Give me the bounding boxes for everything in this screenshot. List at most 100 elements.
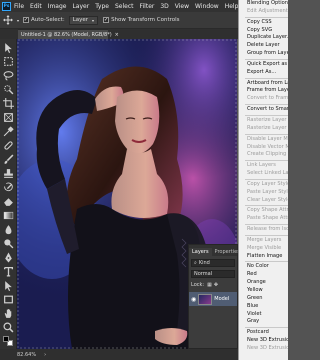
menu-item-convert-to-smart-object[interactable]: Convert to Smart Object [239, 106, 288, 114]
menu-window[interactable]: Window [195, 3, 219, 10]
menu-item-disable-vector-mask: Disable Vector Mask [247, 143, 288, 150]
search-icon: ⌕ [194, 259, 197, 266]
layer-name: Model [214, 296, 230, 302]
eyedropper-tool-icon[interactable] [3, 126, 14, 137]
menu-item-postcard[interactable]: Postcard [239, 329, 288, 337]
type-tool-icon[interactable] [3, 266, 14, 277]
tab-layers[interactable]: Layers [189, 248, 212, 256]
move-tool-icon[interactable] [3, 15, 13, 25]
menu-layer[interactable]: Layer [72, 3, 89, 10]
color-swatches[interactable] [3, 336, 14, 347]
dodge-tool-icon[interactable] [3, 238, 14, 249]
auto-select-checkbox[interactable]: ✓ [23, 17, 30, 23]
crop-tool-icon[interactable] [3, 98, 14, 109]
frame-tool-icon[interactable] [3, 112, 14, 123]
zoom-level[interactable]: 82.64% [17, 352, 36, 358]
healing-brush-tool-icon[interactable] [3, 140, 14, 151]
menu-item-edit-adjustment: Edit Adjustment... [247, 7, 288, 14]
lock-pixels-icon[interactable]: ▦ [207, 282, 212, 288]
rectangle-tool-icon[interactable] [3, 294, 14, 305]
foreground-color-swatch[interactable] [3, 336, 9, 342]
menu-item-link-layers: Link Layers [247, 162, 276, 169]
menu-type[interactable]: Type [95, 3, 109, 10]
zoom-tool-icon[interactable] [3, 322, 14, 333]
tools-panel [0, 39, 17, 349]
menu-item-create-clipping-mask: Create Clipping Mask [247, 151, 288, 158]
menu-item-copy-css[interactable]: Copy CSS [239, 19, 288, 27]
chevron-right-icon[interactable]: › [44, 352, 46, 358]
menu-view[interactable]: View [175, 3, 189, 10]
menu-item-new-3d-extrusion-from-selected-layer[interactable]: New 3D Extrusion from Selected Layer [239, 337, 288, 345]
blend-mode-row: Normal [191, 269, 235, 278]
clone-stamp-tool-icon[interactable] [3, 168, 14, 179]
menu-item-red[interactable]: Red [239, 271, 288, 279]
layers-panel: Layers Properties ⌕ Kind Normal Lock: ▦ … [188, 244, 240, 349]
layer-context-menu: Blending Options...Edit Adjustment... Cop… [238, 0, 288, 360]
eye-visibility-icon[interactable]: ◉ [191, 296, 196, 303]
layer-row-model[interactable]: ◉ Model [189, 292, 237, 306]
menu-file[interactable]: File [14, 3, 24, 10]
marquee-tool-icon[interactable] [3, 56, 14, 67]
menu-item-violet[interactable]: Violet [239, 311, 288, 319]
menu-item-artboard-from-layers[interactable]: Artboard from Layers... [239, 80, 288, 88]
menu-item-copy-svg[interactable]: Copy SVG [239, 27, 288, 35]
menu-3d[interactable]: 3D [160, 3, 168, 10]
menu-item-no-color[interactable]: No Color [239, 263, 288, 271]
lock-position-icon[interactable]: ✥ [214, 282, 218, 288]
lasso-tool-icon[interactable] [3, 70, 14, 81]
menu-item-rasterize-layer-style: Rasterize Layer Style [247, 124, 288, 131]
menu-image[interactable]: Image [48, 3, 67, 10]
auto-select-target-dropdown[interactable]: Layer ▾ [68, 15, 99, 25]
menu-separator [245, 133, 288, 135]
close-tab-icon[interactable]: × [115, 32, 119, 38]
menu-separator [245, 234, 288, 236]
menu-filter[interactable]: Filter [140, 3, 155, 10]
menu-item-group-from-layers[interactable]: Group from Layers... [239, 50, 288, 58]
menu-item-disable-layer-mask: Disable Layer Mask [247, 135, 288, 142]
brush-tool-icon[interactable] [3, 154, 14, 165]
history-brush-tool-icon[interactable] [3, 182, 14, 193]
menu-item-frame-from-layers[interactable]: Frame from Layers... [239, 87, 288, 95]
menu-item-gray[interactable]: Gray [239, 318, 288, 326]
path-selection-tool-icon[interactable] [3, 280, 14, 291]
show-transform-checkbox[interactable]: ✓ [103, 17, 110, 23]
eraser-tool-icon[interactable] [3, 196, 14, 207]
menu-item-merge-visible: Merge Visible [247, 244, 282, 251]
menu-separator [245, 327, 288, 329]
menu-item-flatten-image[interactable]: Flatten Image [239, 253, 288, 261]
hand-tool-icon[interactable] [3, 308, 14, 319]
document-tab-title: Untitled-1 @ 82.6% (Model, RGB/8*) [21, 31, 112, 38]
layer-filter-dropdown[interactable]: ⌕ Kind [191, 258, 235, 267]
menu-item-paste-layer-style: Paste Layer Style [247, 188, 288, 195]
lock-label: Lock: [191, 281, 205, 288]
blend-mode-dropdown[interactable]: Normal [191, 269, 235, 278]
menu-edit[interactable]: Edit [30, 3, 42, 10]
menu-item-copy-layer-style: Copy Layer Style [247, 180, 288, 187]
layer-filter-row: ⌕ Kind [191, 258, 235, 267]
quick-selection-tool-icon[interactable] [3, 84, 14, 95]
menu-item-merge-layers: Merge Layers [247, 236, 282, 243]
menu-item-new-3d-extrusion: New 3D Extrusion [247, 344, 288, 351]
menu-item-duplicate-layer[interactable]: Duplicate Layer... [239, 34, 288, 42]
menu-item-orange[interactable]: Orange [239, 279, 288, 287]
blur-tool-icon[interactable] [3, 224, 14, 235]
menu-select[interactable]: Select [115, 3, 134, 10]
tool-preset-caret-icon[interactable]: ▾ [17, 18, 19, 23]
menu-item-blue[interactable]: Blue [239, 303, 288, 311]
menu-item-yellow[interactable]: Yellow [239, 287, 288, 295]
menu-separator [245, 16, 288, 18]
menu-item-quick-export-as-png[interactable]: Quick Export as PNG [239, 61, 288, 69]
pen-tool-icon[interactable] [3, 252, 14, 263]
photoshop-logo-icon[interactable]: Ps [2, 1, 11, 11]
menu-separator [245, 58, 288, 60]
menu-item-export-as[interactable]: Export As... [239, 69, 288, 77]
menu-help[interactable]: Help [225, 3, 239, 10]
menu-item-green[interactable]: Green [239, 295, 288, 303]
move-tool-icon[interactable] [3, 42, 14, 53]
gradient-tool-icon[interactable] [3, 210, 14, 221]
document-tab[interactable]: Untitled-1 @ 82.6% (Model, RGB/8*) × [18, 29, 119, 39]
menu-separator [245, 160, 288, 162]
menu-item-delete-layer[interactable]: Delete Layer [239, 42, 288, 50]
menu-item-blending-options[interactable]: Blending Options... [239, 0, 288, 8]
chevron-down-icon: ▾ [92, 17, 95, 23]
